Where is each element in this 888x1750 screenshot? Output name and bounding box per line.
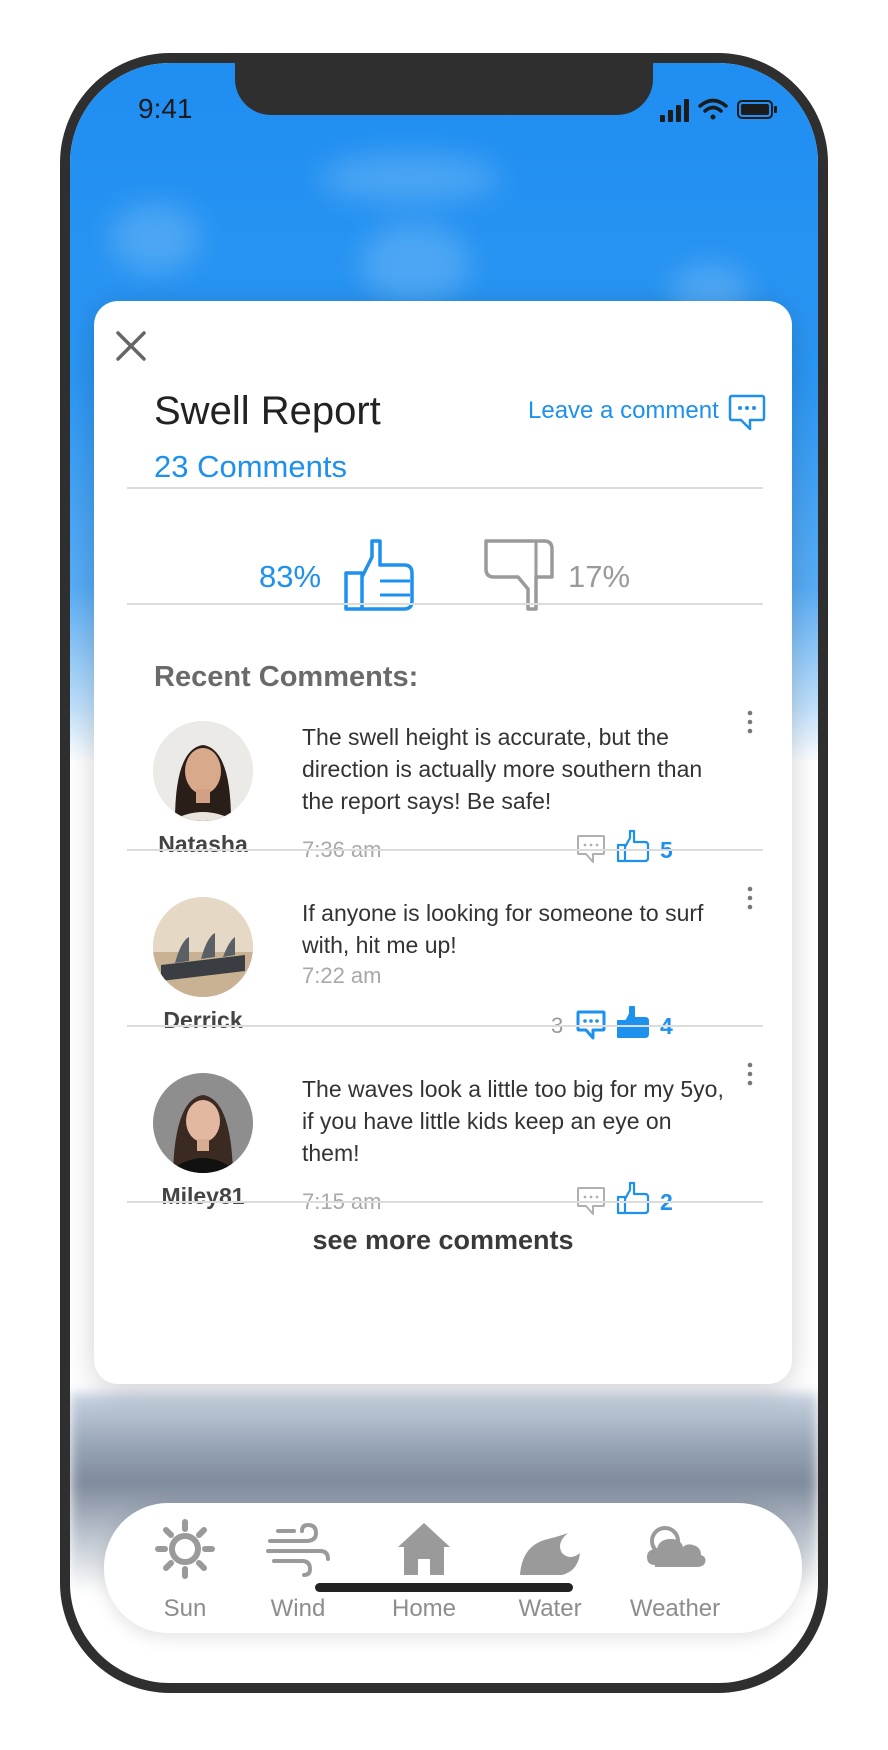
- thumbs-up-percent: 83%: [259, 559, 322, 594]
- phone-frame: 9:41 Swell Report 23 Comments Leave a co…: [60, 53, 828, 1693]
- comment-text: The swell height is accurate, but the di…: [302, 724, 703, 814]
- comment-time: 7:22 am: [302, 963, 382, 988]
- wind-icon: [266, 1522, 330, 1577]
- tab-weather[interactable]: Weather: [620, 1519, 730, 1622]
- user-name[interactable]: Miley81: [134, 1183, 272, 1210]
- tab-label: Sun: [163, 1595, 207, 1622]
- comment-item: Natasha The swell height is accurate, bu…: [94, 710, 792, 917]
- home-indicator: [315, 1583, 573, 1592]
- divider: [127, 1201, 763, 1203]
- avatar[interactable]: [153, 1073, 253, 1173]
- sun-icon: [155, 1519, 215, 1579]
- tab-label: Home: [391, 1595, 457, 1622]
- close-icon[interactable]: [114, 329, 148, 363]
- divider: [127, 603, 763, 605]
- status-time: 9:41: [138, 93, 193, 124]
- tab-label: Water: [518, 1595, 582, 1622]
- like-icon[interactable]: [616, 1181, 650, 1215]
- more-options-icon[interactable]: [744, 885, 756, 911]
- screen: 9:41 Swell Report 23 Comments Leave a co…: [70, 63, 818, 1683]
- user-name[interactable]: Natasha: [134, 831, 272, 858]
- signal-icon: [660, 99, 689, 122]
- wifi-icon: [698, 98, 728, 120]
- divider: [127, 487, 763, 489]
- thumbs-up-icon[interactable]: [342, 537, 416, 613]
- tab-label: Weather: [629, 1595, 721, 1622]
- thumbs-down-percent: 17%: [568, 559, 631, 594]
- bottom-tab-bar: Sun Wind Home Water Weather: [104, 1503, 802, 1633]
- tab-home[interactable]: Home: [369, 1519, 479, 1622]
- like-icon[interactable]: [616, 1005, 650, 1039]
- comments-count-link[interactable]: 23 Comments: [154, 449, 347, 485]
- comment-text: The waves look a little too big for my 5…: [302, 1076, 724, 1166]
- home-icon: [398, 1523, 450, 1575]
- weather-icon: [647, 1526, 706, 1567]
- recent-comments-heading: Recent Comments:: [154, 661, 419, 693]
- comment-bubble-icon[interactable]: [728, 393, 766, 433]
- status-icons: [660, 98, 777, 122]
- battery-icon: [737, 100, 777, 119]
- like-icon[interactable]: [616, 829, 650, 863]
- avatar[interactable]: [153, 897, 253, 997]
- leave-comment-link[interactable]: Leave a comment: [528, 397, 719, 425]
- more-options-icon[interactable]: [744, 709, 756, 735]
- tab-water[interactable]: Water: [495, 1519, 605, 1622]
- card-title: Swell Report: [154, 389, 381, 433]
- more-options-icon[interactable]: [744, 1061, 756, 1087]
- swell-report-card: Swell Report 23 Comments Leave a comment…: [94, 301, 792, 1384]
- water-icon: [520, 1533, 580, 1575]
- notch: [235, 63, 653, 115]
- tab-sun[interactable]: Sun: [130, 1519, 240, 1622]
- user-name[interactable]: Derrick: [134, 1007, 272, 1034]
- comment-item: Derrick If anyone is looking for someone…: [94, 886, 792, 1093]
- tab-wind[interactable]: Wind: [243, 1519, 353, 1622]
- avatar[interactable]: [153, 721, 253, 821]
- divider: [127, 849, 763, 851]
- thumbs-down-icon[interactable]: [482, 537, 556, 613]
- see-more-comments-button[interactable]: see more comments: [94, 1225, 792, 1256]
- tab-label: Wind: [270, 1595, 326, 1622]
- divider: [127, 1025, 763, 1027]
- comment-text: If anyone is looking for someone to surf…: [302, 900, 704, 958]
